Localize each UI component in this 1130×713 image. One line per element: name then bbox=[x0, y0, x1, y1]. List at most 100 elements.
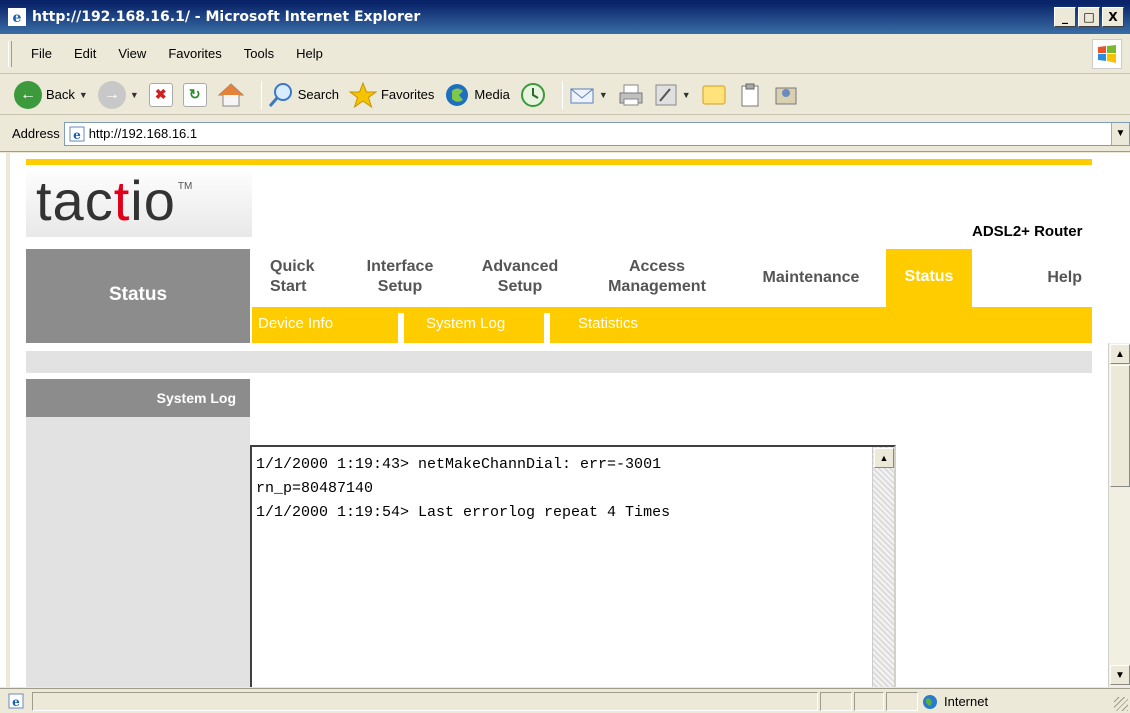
edit-button[interactable]: ▼ bbox=[654, 83, 691, 107]
clipboard-icon bbox=[741, 83, 759, 106]
search-icon bbox=[268, 82, 292, 107]
logo-text: tactio bbox=[36, 173, 176, 229]
svg-text:e: e bbox=[12, 695, 20, 709]
windows-logo-icon bbox=[1092, 39, 1122, 69]
favorites-label: Favorites bbox=[380, 87, 435, 102]
media-button[interactable]: Media bbox=[444, 82, 510, 108]
system-log-textarea[interactable]: 1/1/2000 1:19:43> netMakeChannDial: err=… bbox=[250, 445, 896, 687]
page-content: tactio TM ADSL2+ Router Status Quick Sta… bbox=[0, 153, 1130, 687]
chevron-down-icon[interactable]: ▼ bbox=[130, 90, 139, 100]
nav-help[interactable]: Help bbox=[1036, 268, 1082, 288]
stop-button[interactable]: ✖ bbox=[148, 82, 173, 107]
title-bar[interactable]: e http://192.168.16.1/ - Microsoft Inter… bbox=[0, 0, 1130, 34]
back-arrow-icon: ← bbox=[14, 80, 42, 109]
log-scrollbar[interactable]: ▲ bbox=[872, 447, 894, 687]
refresh-icon: ↻ bbox=[182, 82, 207, 107]
status-bar: e Internet bbox=[0, 688, 1130, 713]
nav-quick-start[interactable]: Quick Start bbox=[270, 257, 324, 297]
nav-advanced-setup[interactable]: Advanced Setup bbox=[472, 257, 568, 297]
toolbar-separator bbox=[561, 80, 563, 109]
nav-status[interactable]: Status bbox=[886, 249, 972, 307]
page-scrollbar[interactable]: ▲ ▼ bbox=[1108, 343, 1130, 687]
product-name: ADSL2+ Router bbox=[972, 223, 1083, 240]
menu-view[interactable]: View bbox=[107, 46, 157, 61]
close-button[interactable]: X bbox=[1102, 7, 1124, 27]
address-label: Address bbox=[12, 126, 60, 141]
discuss-button[interactable] bbox=[701, 82, 727, 108]
address-url: http://192.168.16.1 bbox=[88, 126, 198, 141]
scroll-down-icon[interactable]: ▼ bbox=[1110, 665, 1130, 685]
tactio-logo: tactio TM bbox=[26, 165, 252, 237]
favorites-button[interactable]: Favorites bbox=[348, 81, 435, 108]
back-button[interactable]: ← Back ▼ bbox=[14, 80, 88, 109]
menu-tools[interactable]: Tools bbox=[233, 46, 285, 61]
printer-icon bbox=[619, 84, 643, 105]
media-icon bbox=[446, 83, 469, 106]
research-button[interactable] bbox=[737, 82, 763, 108]
scroll-up-icon[interactable]: ▲ bbox=[1110, 344, 1130, 364]
menu-file[interactable]: File bbox=[20, 46, 63, 61]
main-nav: Quick Start Interface Setup Advanced Set… bbox=[252, 249, 1092, 307]
home-button[interactable] bbox=[217, 82, 245, 108]
stop-icon: ✖ bbox=[148, 82, 173, 107]
subnav-separator bbox=[544, 313, 550, 343]
chevron-down-icon[interactable]: ▼ bbox=[682, 90, 691, 100]
chevron-down-icon[interactable]: ▼ bbox=[1111, 122, 1129, 145]
page-icon: e bbox=[8, 693, 24, 709]
content-divider bbox=[26, 351, 1092, 373]
edit-icon bbox=[655, 84, 677, 105]
standard-toolbar: ← Back ▼ → ▼ ✖ ↻ Search Favorites Media … bbox=[0, 75, 1130, 115]
menu-edit[interactable]: Edit bbox=[63, 46, 107, 61]
nav-access-management[interactable]: Access Management bbox=[596, 257, 718, 297]
svg-text:e: e bbox=[13, 10, 22, 26]
subnav-statistics[interactable]: Statistics bbox=[578, 315, 638, 332]
menu-favorites[interactable]: Favorites bbox=[157, 46, 232, 61]
forward-arrow-icon: → bbox=[97, 80, 126, 109]
window-title: http://192.168.16.1/ - Microsoft Interne… bbox=[32, 9, 421, 25]
home-icon bbox=[217, 82, 245, 106]
status-pane bbox=[854, 692, 884, 711]
security-zone: Internet bbox=[922, 692, 1052, 711]
chevron-down-icon[interactable]: ▼ bbox=[599, 90, 608, 100]
scroll-up-icon[interactable]: ▲ bbox=[874, 448, 894, 468]
maximize-button[interactable]: □ bbox=[1078, 7, 1100, 27]
search-button[interactable]: Search bbox=[268, 82, 339, 108]
mail-icon bbox=[570, 88, 594, 103]
media-label: Media bbox=[474, 87, 510, 102]
logo-part-1: tac bbox=[36, 169, 114, 232]
section-title: Status bbox=[26, 249, 250, 343]
status-pane bbox=[886, 692, 918, 711]
history-icon bbox=[520, 82, 545, 107]
scroll-thumb[interactable] bbox=[1110, 365, 1130, 487]
refresh-button[interactable]: ↻ bbox=[182, 82, 207, 107]
forward-button[interactable]: → ▼ bbox=[97, 80, 139, 109]
address-input[interactable]: e http://192.168.16.1 ▼ bbox=[63, 121, 1130, 146]
toolbar-grip[interactable] bbox=[8, 40, 12, 67]
menu-bar: File Edit View Favorites Tools Help bbox=[0, 34, 1130, 74]
menu-help[interactable]: Help bbox=[285, 46, 334, 61]
chevron-down-icon[interactable]: ▼ bbox=[79, 90, 88, 100]
resize-grip[interactable] bbox=[1114, 697, 1128, 711]
status-text-pane bbox=[32, 692, 818, 711]
svg-text:e: e bbox=[73, 128, 81, 142]
nav-interface-setup[interactable]: Interface Setup bbox=[356, 257, 444, 297]
sub-nav: Device Info System Log Statistics bbox=[252, 307, 1092, 343]
ie-icon: e bbox=[8, 8, 26, 26]
logo-part-2: t bbox=[113, 169, 131, 232]
system-log-text: 1/1/2000 1:19:43> netMakeChannDial: err=… bbox=[256, 456, 671, 521]
subnav-system-log[interactable]: System Log bbox=[426, 315, 505, 332]
star-icon bbox=[348, 81, 377, 108]
globe-icon bbox=[923, 694, 937, 709]
subnav-device-info[interactable]: Device Info bbox=[258, 315, 333, 332]
mail-button[interactable]: ▼ bbox=[569, 82, 608, 108]
logo-part-3: io bbox=[130, 169, 176, 232]
minimize-button[interactable]: _ bbox=[1054, 7, 1076, 27]
address-bar: Address e http://192.168.16.1 ▼ bbox=[0, 116, 1130, 152]
subnav-separator bbox=[398, 313, 404, 343]
print-button[interactable] bbox=[618, 82, 644, 108]
history-button[interactable] bbox=[520, 82, 546, 108]
zone-label: Internet bbox=[944, 694, 989, 709]
nav-maintenance[interactable]: Maintenance bbox=[752, 268, 870, 288]
messenger-button[interactable] bbox=[773, 82, 799, 108]
page-icon: e bbox=[69, 126, 85, 142]
